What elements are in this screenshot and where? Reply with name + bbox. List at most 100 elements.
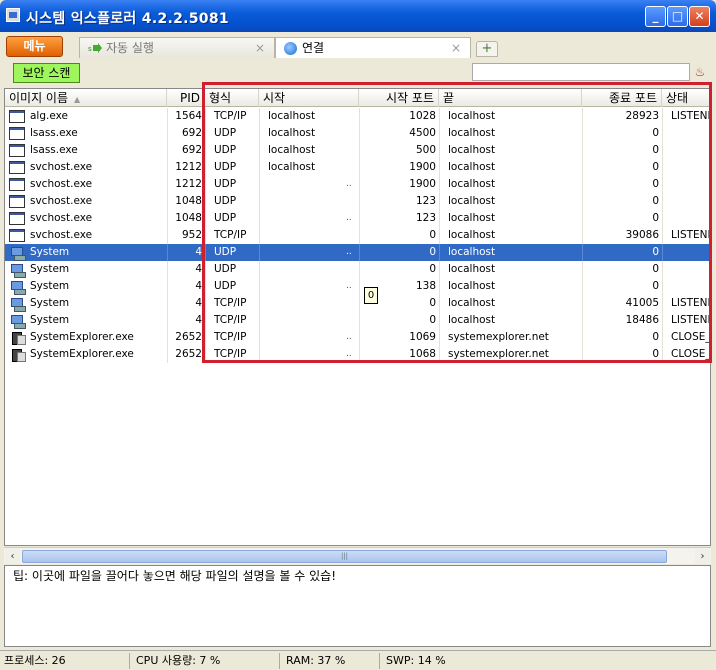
cell-start <box>265 176 345 193</box>
tab-connections-label: 연결 <box>302 41 325 55</box>
cell-end-port: 0 <box>652 144 659 156</box>
status-bar: 프로세스: 26 CPU 사용량: 7 % RAM: 37 % SWP: 14 … <box>0 650 716 670</box>
table-row[interactable]: lsass.exe 692 UDP localhost 4500 localhost 0 <box>5 125 712 142</box>
tab-close-icon[interactable]: × <box>451 38 461 58</box>
cell-pid: 4 <box>195 314 202 326</box>
connections-list[interactable]: 이미지 이름 ▲ PID 형식 시작 시작 포트 끝 종료 포트 상태 alg.e… <box>4 88 712 546</box>
close-button[interactable]: ✕ <box>689 6 710 27</box>
cell-type: TCP/IP <box>214 110 247 122</box>
cell-state <box>668 244 712 261</box>
minimize-button[interactable]: _ <box>645 6 666 27</box>
cell-start <box>265 278 345 295</box>
column-divider <box>439 193 440 210</box>
cell-state <box>668 193 712 210</box>
ellipsis-marker: .. <box>346 332 352 342</box>
table-row[interactable]: svchost.exe 952 TCP/IP 0 localhost 39086 LISTE… <box>5 227 712 244</box>
column-header-end-port[interactable]: 종료 포트 <box>582 89 662 107</box>
cell-start <box>265 227 345 244</box>
cell-start: localhost <box>268 127 316 139</box>
column-divider <box>439 176 440 193</box>
column-divider <box>259 329 260 346</box>
svg-text:s: s <box>88 45 92 53</box>
table-row[interactable]: System 4 UDP 0 localhost 0.. <box>5 244 712 261</box>
table-row[interactable]: svchost.exe 1212 UDP 1900 localhost 0.. <box>5 176 712 193</box>
scroll-thumb[interactable]: ||| <box>22 550 667 563</box>
cell-type: UDP <box>214 144 237 156</box>
column-header-pid[interactable]: PID <box>167 89 205 107</box>
cell-end-port: 0 <box>652 195 659 207</box>
cell-start <box>265 346 345 363</box>
table-row[interactable]: System 4 TCP/IP 0 localhost 41005 LISTENI <box>5 295 712 312</box>
table-row[interactable]: alg.exe 1564 TCP/IP localhost 1028 localhost 2… <box>5 108 712 125</box>
cell-start-port: 1028 <box>409 110 436 122</box>
table-row[interactable]: svchost.exe 1212 UDP localhost 1900 localhost… <box>5 159 712 176</box>
cell-state: LISTENI <box>671 314 711 326</box>
cell-state <box>668 176 712 193</box>
table-row[interactable]: svchost.exe 1048 UDP 123 localhost 0.. <box>5 210 712 227</box>
cell-start-port: 4500 <box>409 127 436 139</box>
title-bar[interactable]: 시스템 익스플로러 4.2.2.5081 _ □ ✕ <box>0 0 716 32</box>
column-divider <box>205 261 206 278</box>
cell-image: lsass.exe <box>30 144 78 156</box>
column-divider <box>259 295 260 312</box>
column-divider <box>439 159 440 176</box>
cell-state <box>668 125 712 142</box>
column-divider <box>662 108 663 125</box>
filter-input[interactable] <box>472 63 690 81</box>
column-divider <box>662 261 663 278</box>
cell-start: localhost <box>268 161 316 173</box>
horizontal-scrollbar[interactable]: ‹ ||| › <box>4 547 711 564</box>
table-row[interactable]: System 4 TCP/IP 0 localhost 18486 LISTENI <box>5 312 712 329</box>
column-header-start-port[interactable]: 시작 포트 <box>359 89 439 107</box>
cell-state: LISTENI <box>671 110 711 122</box>
column-divider <box>205 295 206 312</box>
system-icon <box>9 280 26 295</box>
new-tab-button[interactable]: + <box>476 41 498 57</box>
cell-end: localhost <box>448 263 496 275</box>
menu-button[interactable]: 메뉴 <box>6 36 63 57</box>
cell-state <box>668 159 712 176</box>
cell-pid: 2652 <box>175 331 202 343</box>
cell-image: SystemExplorer.exe <box>30 348 134 360</box>
system-explorer-icon <box>9 348 26 362</box>
cell-end: localhost <box>448 246 496 258</box>
scroll-left-icon[interactable]: ‹ <box>5 549 20 564</box>
cell-start-port: 1900 <box>409 178 436 190</box>
list-header: 이미지 이름 ▲ PID 형식 시작 시작 포트 끝 종료 포트 상태 <box>5 89 712 107</box>
cell-start-port: 1900 <box>409 161 436 173</box>
cell-state <box>668 261 712 278</box>
scroll-right-icon[interactable]: › <box>695 549 710 564</box>
table-row[interactable]: SystemExplorer.exe 2652 TCP/IP 1069 systemex… <box>5 329 712 346</box>
filter-icon[interactable]: ♨ <box>693 64 707 80</box>
tab-close-icon[interactable]: × <box>255 38 265 58</box>
tab-connections[interactable]: 연결 × <box>275 37 471 58</box>
tab-startup[interactable]: s 자동 실행 × <box>79 37 275 58</box>
system-icon <box>9 314 26 329</box>
column-divider <box>662 125 663 142</box>
cell-image: alg.exe <box>30 110 68 122</box>
column-header-state[interactable]: 상태 <box>662 89 712 107</box>
system-icon <box>9 246 26 261</box>
column-header-start[interactable]: 시작 <box>259 89 359 107</box>
maximize-button[interactable]: □ <box>667 6 688 27</box>
column-header-end[interactable]: 끝 <box>439 89 582 107</box>
column-divider <box>205 312 206 329</box>
column-header-image[interactable]: 이미지 이름 ▲ <box>5 89 167 107</box>
table-row[interactable]: System 4 UDP 0 localhost 0 <box>5 261 712 278</box>
column-divider <box>259 312 260 329</box>
table-row[interactable]: System 4 UDP 138 localhost 0.. <box>5 278 712 295</box>
cell-type: UDP <box>214 195 237 207</box>
cell-pid: 2652 <box>175 348 202 360</box>
cell-image: svchost.exe <box>30 229 93 241</box>
hint-panel[interactable]: 팁: 이곳에 파일을 끌어다 놓으면 해당 파일의 설명을 볼 수 있습! <box>4 565 711 647</box>
cell-end: localhost <box>448 297 496 309</box>
column-divider <box>662 159 663 176</box>
table-row[interactable]: SystemExplorer.exe 2652 TCP/IP 1068 systemex… <box>5 346 712 363</box>
window-icon <box>9 161 25 174</box>
table-row[interactable]: lsass.exe 692 UDP localhost 500 localhost 0 <box>5 142 712 159</box>
column-divider <box>205 125 206 142</box>
column-header-type[interactable]: 형식 <box>205 89 259 107</box>
security-scan-button[interactable]: 보안 스캔 <box>13 63 80 83</box>
table-row[interactable]: svchost.exe 1048 UDP 123 localhost 0 <box>5 193 712 210</box>
window-icon <box>9 212 25 225</box>
